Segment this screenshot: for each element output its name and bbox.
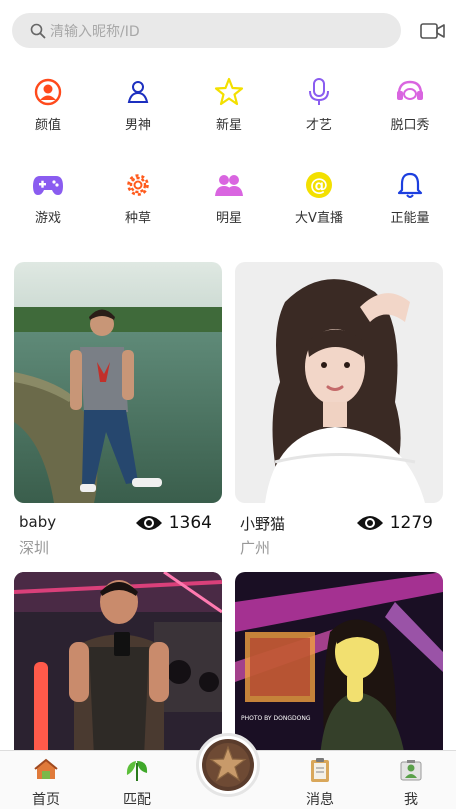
live-card[interactable] [14,572,222,757]
card-photo [14,572,222,757]
person-icon [122,76,154,108]
live-card[interactable]: baby 深圳 1364 [14,262,222,562]
gear-icon [122,169,154,201]
category-label: 正能量 [390,211,430,226]
nav-label: 我 [404,792,418,808]
card-city: 广州 [240,539,271,557]
category-item-yanzhi[interactable]: 颜值 [8,76,88,133]
nav-me[interactable]: 我 [381,757,441,809]
card-nickname: baby [19,513,57,531]
category-label: 大V直播 [295,211,343,226]
nav-messages[interactable]: 消息 [290,757,350,809]
photo-watermark: PHOTO BY DONGDONG [241,715,311,722]
card-city: 深圳 [19,539,50,557]
category-label: 游戏 [34,211,61,226]
category-label: 新星 [215,118,242,133]
svg-text:@: @ [310,175,328,196]
category-item-xinxing[interactable]: 新星 [189,76,269,133]
eye-icon [356,516,383,530]
category-label: 明星 [215,211,242,226]
category-item-nanshen[interactable]: 男神 [98,76,178,133]
people-icon [213,169,245,201]
card-photo [235,262,443,503]
category-item-dav[interactable]: @ 大V直播 [279,169,359,226]
category-item-zhengnengliang[interactable]: 正能量 [370,169,450,226]
eye-icon [135,516,162,530]
microphone-icon [303,76,335,108]
nav-home[interactable]: 首页 [16,757,76,809]
category-label: 才艺 [305,118,332,133]
card-nickname: 小野猫 [240,515,286,533]
live-card[interactable]: 小野猫 广州 1279 [235,262,443,562]
video-camera-icon[interactable] [420,20,446,42]
card-photo: PHOTO BY DONGDONG [235,572,443,757]
category-item-youxi[interactable]: 游戏 [8,169,88,226]
category-label: 颜值 [34,118,61,133]
gamepad-icon [32,169,64,201]
search-input[interactable]: 清输入昵称/ID [12,13,401,48]
category-item-mingxing[interactable]: 明星 [189,169,269,226]
card-photo [14,262,222,503]
star-icon [213,76,245,108]
search-icon [30,23,46,38]
nav-label: 匹配 [123,792,151,808]
person-circle-icon [32,76,64,108]
nav-match[interactable]: 匹配 [107,757,167,809]
leaf-icon [126,761,148,781]
live-card[interactable]: PHOTO BY DONGDONG [235,572,443,757]
card-view-count: 1364 [135,513,212,533]
user-card-icon [400,760,422,781]
category-label: 脱口秀 [390,118,430,133]
category-item-zhongcao[interactable]: 种草 [98,169,178,226]
bell-icon [394,169,426,201]
nav-label: 消息 [306,792,334,808]
home-icon [34,758,58,779]
category-label: 男神 [124,118,151,133]
center-live-button[interactable] [196,733,260,797]
view-count-value: 1364 [168,513,212,533]
star-badge-icon [202,739,254,791]
card-view-count: 1279 [356,513,433,533]
search-placeholder: 清输入昵称/ID [50,23,140,40]
category-item-caiyi[interactable]: 才艺 [279,76,359,133]
headset-icon [394,76,426,108]
clipboard-icon [311,758,329,782]
nav-label: 首页 [32,792,60,808]
app-screen: 清输入昵称/ID 颜值 男神 新星 才艺 脱口秀 游戏 种草 明星 @ 大V直播… [0,0,456,809]
category-label: 种草 [124,211,151,226]
category-item-tuokouxiu[interactable]: 脱口秀 [370,76,450,133]
at-icon: @ [303,169,335,201]
view-count-value: 1279 [389,513,433,533]
